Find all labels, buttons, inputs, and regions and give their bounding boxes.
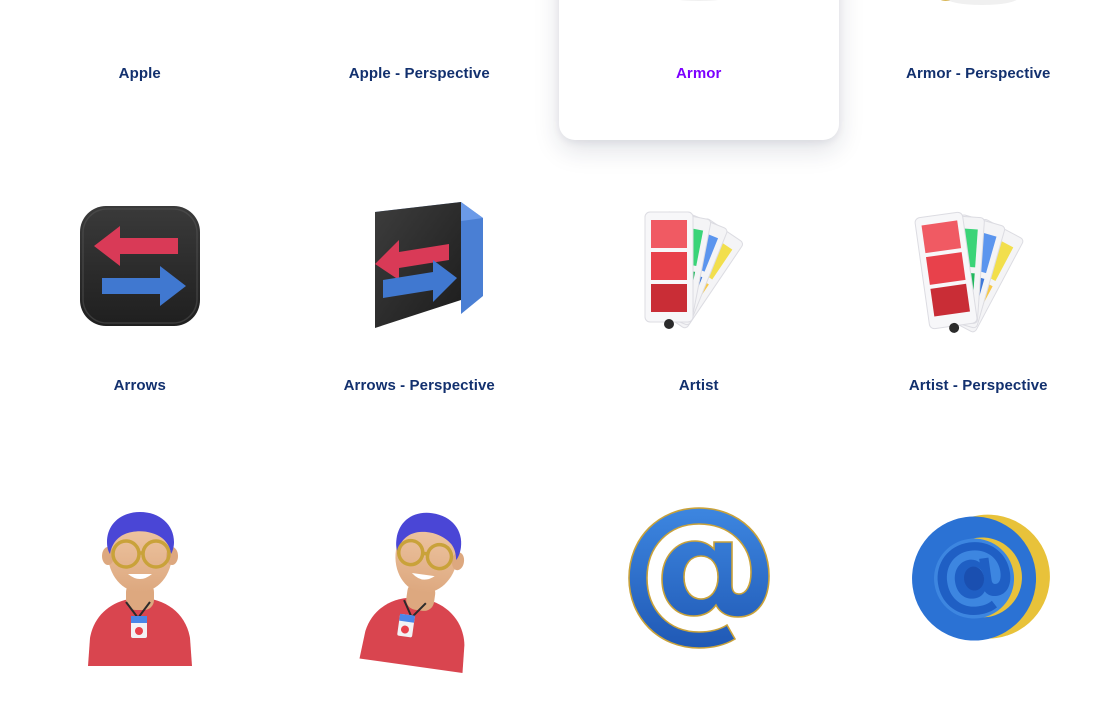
arrows-exchange-icon (52, 178, 228, 354)
icon-card-label: Arrows (113, 377, 166, 394)
apple-icon (52, 0, 228, 42)
icon-card-at-sign[interactable] (559, 452, 839, 711)
armor-helmet-perspective-icon (890, 0, 1066, 42)
icon-card-label: Artist - Perspective (908, 377, 1048, 394)
icon-card-label: Arrows - Perspective (343, 377, 495, 394)
icon-card-label: Armor - Perspective (906, 65, 1051, 82)
artist-color-swatches-perspective-icon (890, 178, 1066, 354)
at-sign-icon (611, 490, 787, 666)
icon-card-armor[interactable]: Armor (559, 0, 839, 140)
icon-card-armor-perspective[interactable]: Armor - Perspective (839, 0, 1118, 140)
apple-perspective-icon (331, 0, 507, 42)
icon-card-label: Armor (675, 65, 722, 82)
icon-gallery: Apple Apple - Perspective Armor Armor - … (0, 0, 1118, 711)
icon-card-avatar-perspective[interactable] (280, 452, 560, 711)
icon-card-arrows[interactable]: Arrows (0, 140, 280, 452)
icon-card-avatar[interactable] (0, 452, 280, 711)
artist-color-swatches-icon (611, 178, 787, 354)
icon-card-apple-perspective[interactable]: Apple - Perspective (280, 0, 560, 140)
avatar-person-icon (52, 490, 228, 666)
icon-grid: Apple Apple - Perspective Armor Armor - … (0, 0, 1118, 711)
icon-card-arrows-perspective[interactable]: Arrows - Perspective (280, 140, 560, 452)
icon-card-at-sign-perspective[interactable] (839, 452, 1118, 711)
icon-card-label: Apple (118, 65, 161, 82)
icon-card-artist-perspective[interactable]: Artist - Perspective (839, 140, 1118, 452)
arrows-exchange-perspective-icon (331, 178, 507, 354)
avatar-person-perspective-icon (331, 490, 507, 673)
icon-card-label: Artist (678, 377, 719, 394)
at-sign-perspective-icon (890, 490, 1066, 666)
armor-helmet-icon (611, 0, 787, 42)
icon-card-apple[interactable]: Apple (0, 0, 280, 140)
icon-card-label: Apple - Perspective (348, 65, 490, 82)
icon-card-artist[interactable]: Artist (559, 140, 839, 452)
